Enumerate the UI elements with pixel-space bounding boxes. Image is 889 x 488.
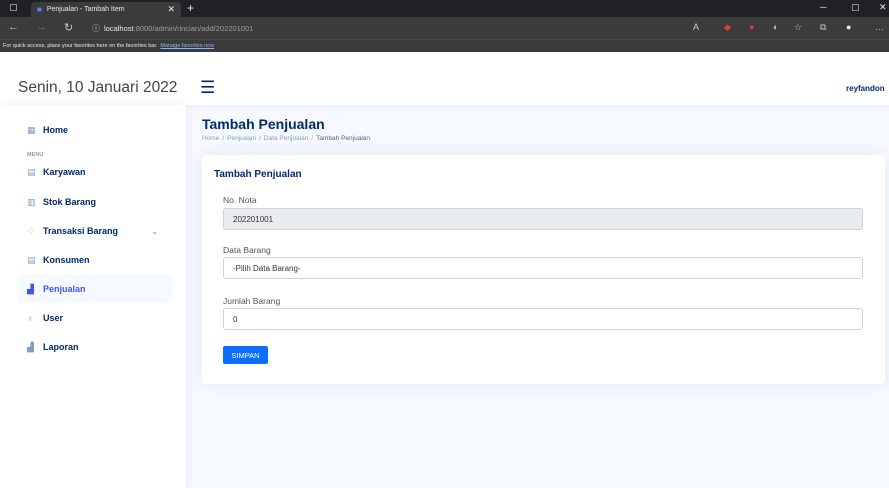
sidebar-item-transaksi-barang[interactable]: ♢ Transaksi Barang ⌄ [17, 217, 172, 245]
address-bar-row: ← → ↻ ⓘ localhost :8000/admin/rincian/ad… [0, 17, 889, 39]
sidebar-item-laporan[interactable]: ▟ Laporan [17, 333, 172, 361]
extension-icon[interactable]: ◆ [724, 22, 731, 33]
jumlah-barang-input[interactable]: 0 [223, 308, 863, 330]
sidebar-item-label: Stok Barang [43, 197, 97, 207]
sidebar-item-konsumen[interactable]: ▤ Konsumen [17, 246, 172, 274]
data-barang-label: Data Barang [223, 245, 271, 255]
person-icon: ♁ [27, 313, 34, 323]
url-host: localhost [104, 24, 134, 33]
window-close-icon[interactable]: ✕ [879, 2, 887, 13]
favorites-bar: For quick access, place your favorites h… [0, 39, 889, 52]
sidebar-item-label: Transaksi Barang [43, 226, 119, 236]
maximize-icon[interactable]: ▢ [851, 2, 860, 13]
extension-c-icon[interactable]: ◐ [773, 22, 778, 32]
card-title: Tambah Penjualan [214, 169, 302, 180]
read-aloud-icon[interactable]: A [693, 22, 699, 32]
file-icon: ▤ [27, 166, 36, 177]
sidebar-item-karyawan[interactable]: ▤ Karyawan [17, 158, 172, 186]
profile-avatar[interactable]: ● [846, 22, 851, 32]
manage-favorites-link[interactable]: Manage favorites now [160, 43, 214, 49]
sidebar-item-label: Konsumen [43, 255, 90, 265]
adblock-icon[interactable]: ● [749, 22, 754, 32]
refresh-icon[interactable]: ↻ [64, 21, 73, 34]
chart-icon: ▟ [27, 283, 34, 294]
collections-icon[interactable]: ⧉ [820, 22, 826, 33]
page-title: Tambah Penjualan [202, 116, 325, 132]
more-icon[interactable]: … [875, 22, 884, 32]
breadcrumb-penjualan[interactable]: Penjualan [227, 135, 256, 142]
sidebar-item-label: User [43, 313, 64, 323]
jumlah-barang-label: Jumlah Barang [223, 296, 281, 306]
breadcrumb-current: Tambah Penjualan [316, 135, 371, 142]
chart-icon: ▟ [27, 341, 34, 352]
breadcrumb-separator: / [311, 135, 314, 142]
sidebar-item-label: Home [43, 125, 69, 135]
user-name[interactable]: reyfandon [846, 84, 885, 93]
forward-icon[interactable]: → [36, 21, 47, 33]
box-icon: ▥ [27, 196, 36, 207]
header-date: Senin, 10 Januari 2022 [18, 79, 178, 96]
app-header: Senin, 10 Januari 2022 ☰ reyfandon [0, 52, 889, 105]
breadcrumb: Home / Penjualan / Data Penjualan / Tamb… [202, 135, 370, 142]
breadcrumb-home[interactable]: Home [202, 135, 219, 142]
gem-icon: ♢ [27, 225, 36, 236]
close-icon[interactable]: ✕ [167, 4, 175, 15]
no-nota-label: No. Nota [223, 195, 257, 205]
tab-title: Penjualan - Tambah Item [46, 6, 125, 13]
sidebar-item-user[interactable]: ♁ User [17, 304, 172, 332]
chevron-down-icon: ⌄ [151, 226, 158, 236]
hamburger-icon[interactable]: ☰ [200, 78, 215, 98]
favorites-hint: For quick access, place your favorites h… [3, 43, 158, 49]
sidebar-item-penjualan[interactable]: ▟ Penjualan [17, 275, 172, 303]
breadcrumb-data-penjualan[interactable]: Data Penjualan [264, 135, 308, 142]
tab-actions-icon[interactable]: ▢ [9, 2, 18, 13]
info-icon: ⓘ [92, 24, 100, 33]
browser-tab[interactable]: ■ Penjualan - Tambah Item ✕ [31, 2, 181, 17]
new-tab-icon[interactable]: + [187, 1, 194, 15]
form-card: Tambah Penjualan No. Nota 202201001 Data… [202, 155, 885, 384]
grid-icon: ▦ [27, 124, 36, 135]
url-field[interactable]: ⓘ localhost :8000/admin/rincian/add/2022… [92, 21, 682, 36]
browser-tab-bar: ▢ ■ Penjualan - Tambah Item ✕ + ─ ▢ ✕ [0, 0, 889, 17]
favorites-star-icon[interactable]: ☆ [794, 22, 802, 33]
sidebar-item-label: Karyawan [43, 167, 86, 177]
back-icon[interactable]: ← [8, 21, 19, 33]
list-icon: ▤ [27, 254, 36, 265]
save-button[interactable]: SIMPAN [223, 346, 268, 364]
sidebar-item-stok-barang[interactable]: ▥ Stok Barang [17, 188, 172, 216]
data-barang-select[interactable]: -Pilih Data Barang- [223, 257, 863, 279]
no-nota-field: 202201001 [223, 208, 863, 230]
sidebar-item-home[interactable]: ▦ Home [17, 116, 172, 144]
url-path: :8000/admin/rincian/add/202201001 [133, 24, 254, 33]
sidebar-item-label: Laporan [43, 342, 79, 352]
minimize-icon[interactable]: ─ [820, 2, 826, 12]
breadcrumb-separator: / [222, 135, 225, 142]
breadcrumb-separator: / [259, 135, 261, 142]
sidebar-item-label: Penjualan [43, 284, 86, 294]
favicon-icon: ■ [37, 5, 42, 14]
